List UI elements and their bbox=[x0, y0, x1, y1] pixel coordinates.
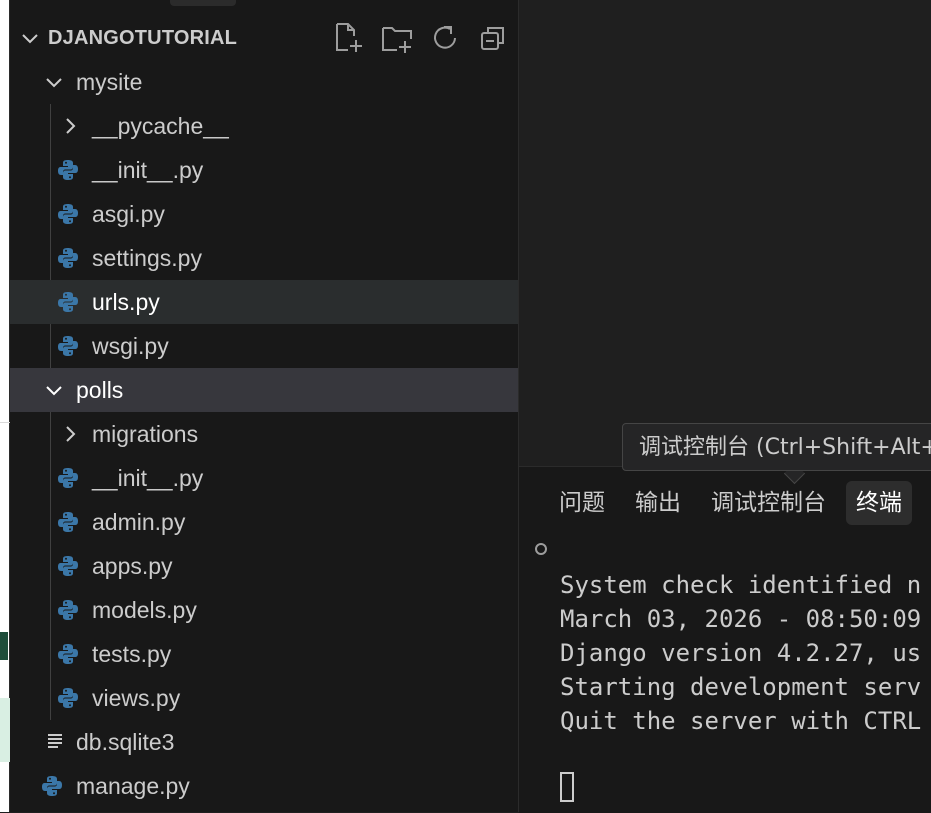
tree-file-admin[interactable]: admin.py bbox=[10, 500, 518, 544]
tree-file-settings[interactable]: settings.py bbox=[10, 236, 518, 280]
tree-folder-mysite[interactable]: mysite bbox=[10, 60, 518, 104]
explorer-sidebar: DJANGOTUTORIAL mysite __pycache__ __init… bbox=[10, 0, 519, 812]
python-file-icon bbox=[58, 600, 78, 620]
background-highlight-fragment bbox=[0, 698, 10, 762]
python-file-icon bbox=[58, 248, 78, 268]
scroll-shadow bbox=[170, 0, 236, 6]
tree-item-label: urls.py bbox=[92, 289, 160, 315]
tree-item-label: db.sqlite3 bbox=[76, 729, 175, 755]
tree-item-label: admin.py bbox=[92, 509, 186, 535]
chevron-down-icon bbox=[46, 78, 62, 88]
collapse-all-icon[interactable] bbox=[476, 20, 510, 56]
tree-item-label: __init__.py bbox=[92, 465, 204, 491]
tree-file-views[interactable]: views.py bbox=[10, 676, 518, 720]
tab-problems[interactable]: 问题 bbox=[549, 481, 615, 525]
tree-item-label: wsgi.py bbox=[92, 333, 169, 359]
tree-file-manage[interactable]: manage.py bbox=[10, 764, 518, 808]
chevron-right-icon bbox=[66, 118, 76, 134]
new-folder-icon[interactable] bbox=[380, 20, 414, 56]
tab-debug-console[interactable]: 调试控制台 bbox=[701, 481, 836, 525]
tree-file-tests[interactable]: tests.py bbox=[10, 632, 518, 676]
chevron-right-icon bbox=[66, 426, 76, 442]
chevron-down-icon[interactable] bbox=[18, 26, 42, 50]
terminal-line: Django version 4.2.27, us bbox=[560, 639, 922, 667]
tree-item-label: views.py bbox=[92, 685, 181, 711]
tree-item-label: polls bbox=[76, 377, 124, 403]
tree-folder-pycache[interactable]: __pycache__ bbox=[10, 104, 518, 148]
explorer-section-header[interactable]: DJANGOTUTORIAL bbox=[10, 16, 518, 60]
python-file-icon bbox=[58, 688, 78, 708]
panel-tabs: 问题 输出 调试控制台 终端 bbox=[549, 481, 922, 525]
tree-item-label: tests.py bbox=[92, 641, 172, 667]
background-window-edge bbox=[0, 0, 10, 812]
tab-output[interactable]: 输出 bbox=[625, 481, 691, 525]
python-file-icon bbox=[42, 776, 62, 796]
chevron-down-icon bbox=[46, 386, 62, 396]
tree-item-label: apps.py bbox=[92, 553, 173, 579]
text-file-icon bbox=[48, 734, 62, 748]
terminal-line: System check identified n bbox=[560, 571, 922, 599]
terminal-cursor[interactable] bbox=[560, 772, 574, 802]
tree-file-polls-init[interactable]: __init__.py bbox=[10, 456, 518, 500]
terminal-line: March 03, 2026 - 08:50:09 bbox=[560, 605, 922, 633]
tree-folder-migrations[interactable]: migrations bbox=[10, 412, 518, 456]
python-file-icon bbox=[58, 204, 78, 224]
tree-item-label: manage.py bbox=[76, 773, 190, 799]
tree-item-label: mysite bbox=[76, 69, 143, 95]
tree-item-label: __init__.py bbox=[92, 157, 204, 183]
background-heading-fragment bbox=[0, 632, 8, 660]
python-file-icon bbox=[58, 644, 78, 664]
terminal-line: Starting development serv bbox=[560, 673, 922, 701]
command-status-circle-icon[interactable] bbox=[535, 543, 547, 555]
tree-file-apps[interactable]: apps.py bbox=[10, 544, 518, 588]
python-file-icon bbox=[58, 468, 78, 488]
tree-file-asgi[interactable]: asgi.py bbox=[10, 192, 518, 236]
python-file-icon bbox=[58, 512, 78, 532]
python-file-icon bbox=[58, 556, 78, 576]
background-divider bbox=[0, 422, 10, 423]
tab-terminal[interactable]: 终端 bbox=[846, 481, 912, 525]
tree-folder-polls[interactable]: polls bbox=[10, 368, 518, 412]
tree-item-label: asgi.py bbox=[92, 201, 165, 227]
tree-file-wsgi[interactable]: wsgi.py bbox=[10, 324, 518, 368]
explorer-title: DJANGOTUTORIAL bbox=[48, 27, 238, 49]
refresh-icon[interactable] bbox=[428, 20, 462, 56]
tree-file-urls[interactable]: urls.py bbox=[10, 280, 518, 324]
python-file-icon bbox=[58, 336, 78, 356]
terminal-line: Quit the server with CTRL bbox=[560, 707, 922, 735]
new-file-icon[interactable] bbox=[332, 20, 366, 56]
editor-area[interactable] bbox=[519, 0, 931, 466]
tree-file-db[interactable]: db.sqlite3 bbox=[10, 720, 518, 764]
tree-item-label: settings.py bbox=[92, 245, 202, 271]
tree-file-models[interactable]: models.py bbox=[10, 588, 518, 632]
python-file-icon bbox=[58, 292, 78, 312]
tooltip: 调试控制台 (Ctrl+Shift+Alt+ bbox=[622, 423, 931, 471]
tree-item-label: migrations bbox=[92, 421, 199, 447]
python-file-icon bbox=[58, 160, 78, 180]
tree-item-label: __pycache__ bbox=[92, 113, 229, 139]
tree-file-mysite-init[interactable]: __init__.py bbox=[10, 148, 518, 192]
tree-item-label: models.py bbox=[92, 597, 197, 623]
